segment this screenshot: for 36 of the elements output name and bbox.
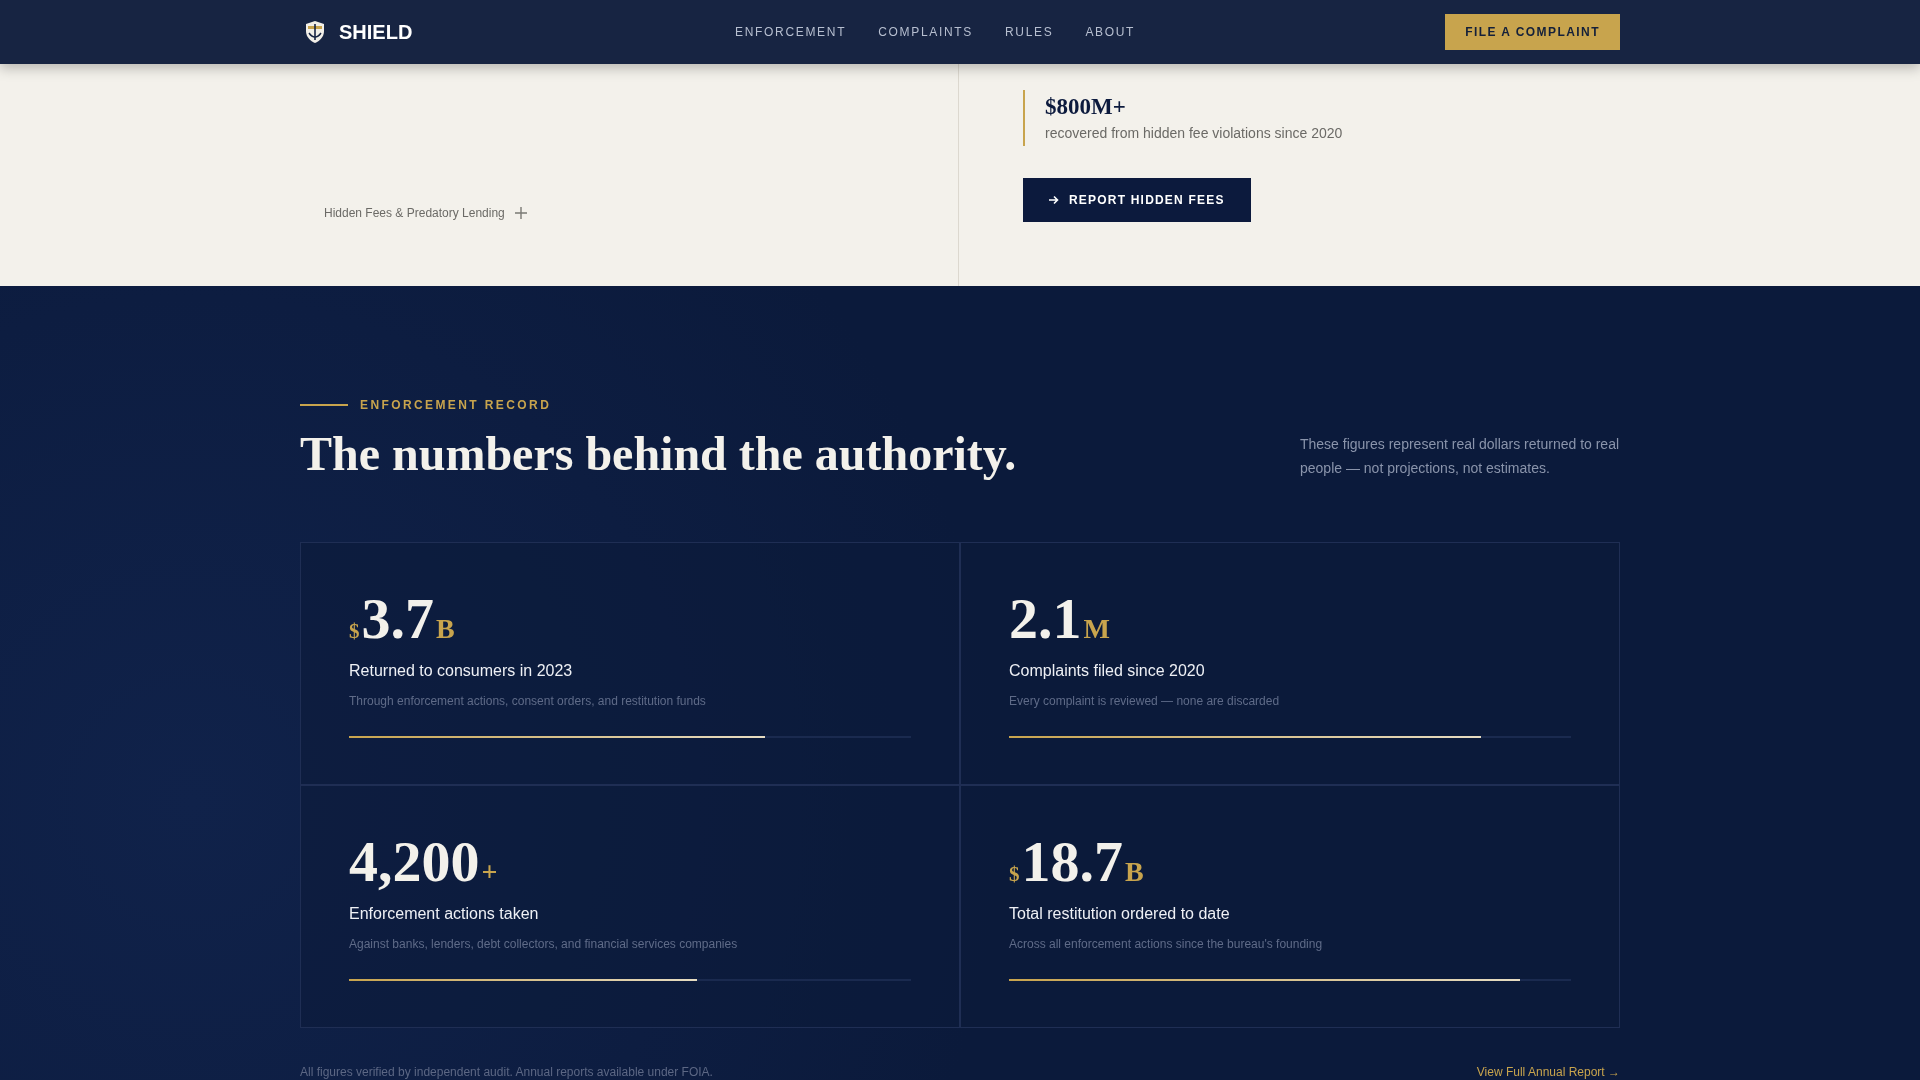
stat-value: $800M+ xyxy=(1045,93,1127,121)
footnote: All figures verified by independent audit. Annual reports available under FOIA. xyxy=(300,1064,713,1080)
stat-prefix: $ xyxy=(1009,861,1020,888)
nav-link[interactable]: RULES xyxy=(1004,23,1054,41)
stat-description: Every complaint is reviewed — none are discarded xyxy=(1009,693,1281,709)
stat-label: Total restitution ordered to date xyxy=(1009,904,1231,924)
stat-caption: recovered from hidden fee violations since 2020 xyxy=(1045,124,1344,143)
stat-number: 3.7 xyxy=(361,591,434,647)
file-complaint-button[interactable]: FILE A COMPLAINT xyxy=(1445,14,1620,50)
report-hidden-fees-button[interactable]: REPORT HIDDEN FEES xyxy=(1023,178,1251,222)
annual-report-link[interactable]: View Full Annual Report → xyxy=(1476,1064,1620,1080)
plus-icon[interactable] xyxy=(514,207,527,219)
stat-prefix: $ xyxy=(349,618,360,645)
stat-suffix: + xyxy=(481,855,498,889)
stat-number: 2.1 xyxy=(1009,591,1082,647)
section-eyebrow: ENFORCEMENT RECORD xyxy=(360,397,552,413)
stat-label: Complaints filed since 2020 xyxy=(1009,661,1206,681)
stat-suffix: B xyxy=(436,612,455,646)
brand-name: SHIELD xyxy=(339,20,413,45)
topic-label[interactable]: Hidden Fees & Predatory Lending xyxy=(324,204,505,222)
nav-link[interactable]: ABOUT xyxy=(1085,23,1136,41)
section-intro: These figures represent real dollars returned to real people — not projections, not estimates. xyxy=(1300,435,1620,478)
stat-number: 18.7 xyxy=(1021,834,1123,890)
shield-icon xyxy=(303,20,327,44)
section-heading: The numbers behind the authority. xyxy=(300,427,1017,480)
stat-suffix: B xyxy=(1125,855,1144,889)
stat-description: Through enforcement actions, consent orders, and restitution funds xyxy=(349,693,707,709)
stat-number: 4,200 xyxy=(349,834,480,890)
stat-description: Across all enforcement actions since the bureau's founding xyxy=(1009,936,1324,952)
arrow-right-icon xyxy=(1049,195,1059,205)
stat-label: Enforcement actions taken xyxy=(349,904,540,924)
stat-description: Against banks, lenders, debt collectors, and financial services companies xyxy=(349,936,739,952)
stat-label: Returned to consumers in 2023 xyxy=(349,661,574,681)
nav-link[interactable]: COMPLAINTS xyxy=(878,23,973,41)
stat-suffix: M xyxy=(1083,612,1110,646)
nav-link[interactable]: ENFORCEMENT xyxy=(735,23,847,41)
